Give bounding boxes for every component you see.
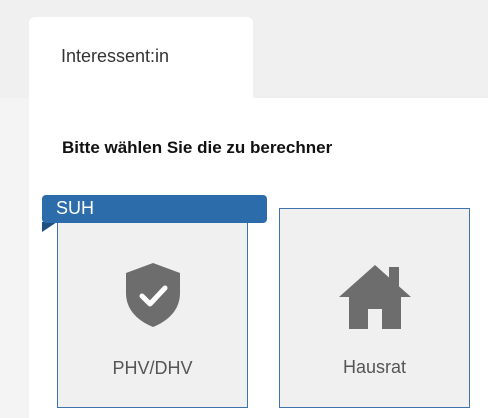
instruction-text: Bitte wählen Sie die zu berechner: [62, 138, 333, 157]
product-selection-panel: Bitte wählen Sie die zu berechner PHV/DH…: [29, 98, 488, 418]
suh-badge: SUH: [42, 195, 267, 223]
product-label-hausrat: Hausrat: [342, 357, 407, 377]
badge-ribbon-fold: [42, 222, 57, 232]
product-card-phv-dhv[interactable]: PHV/DHV: [57, 214, 248, 408]
tab-bar: Interessent:in: [0, 0, 488, 98]
house-icon: [338, 265, 411, 334]
product-card-hausrat[interactable]: Hausrat: [279, 208, 470, 408]
tab-interessent[interactable]: Interessent:in: [29, 17, 253, 98]
suh-badge-label: SUH: [56, 198, 95, 218]
product-label-phv-dhv: PHV/DHV: [112, 358, 193, 378]
shield-check-icon: [125, 263, 181, 332]
tab-label: Interessent:in: [61, 46, 170, 66]
